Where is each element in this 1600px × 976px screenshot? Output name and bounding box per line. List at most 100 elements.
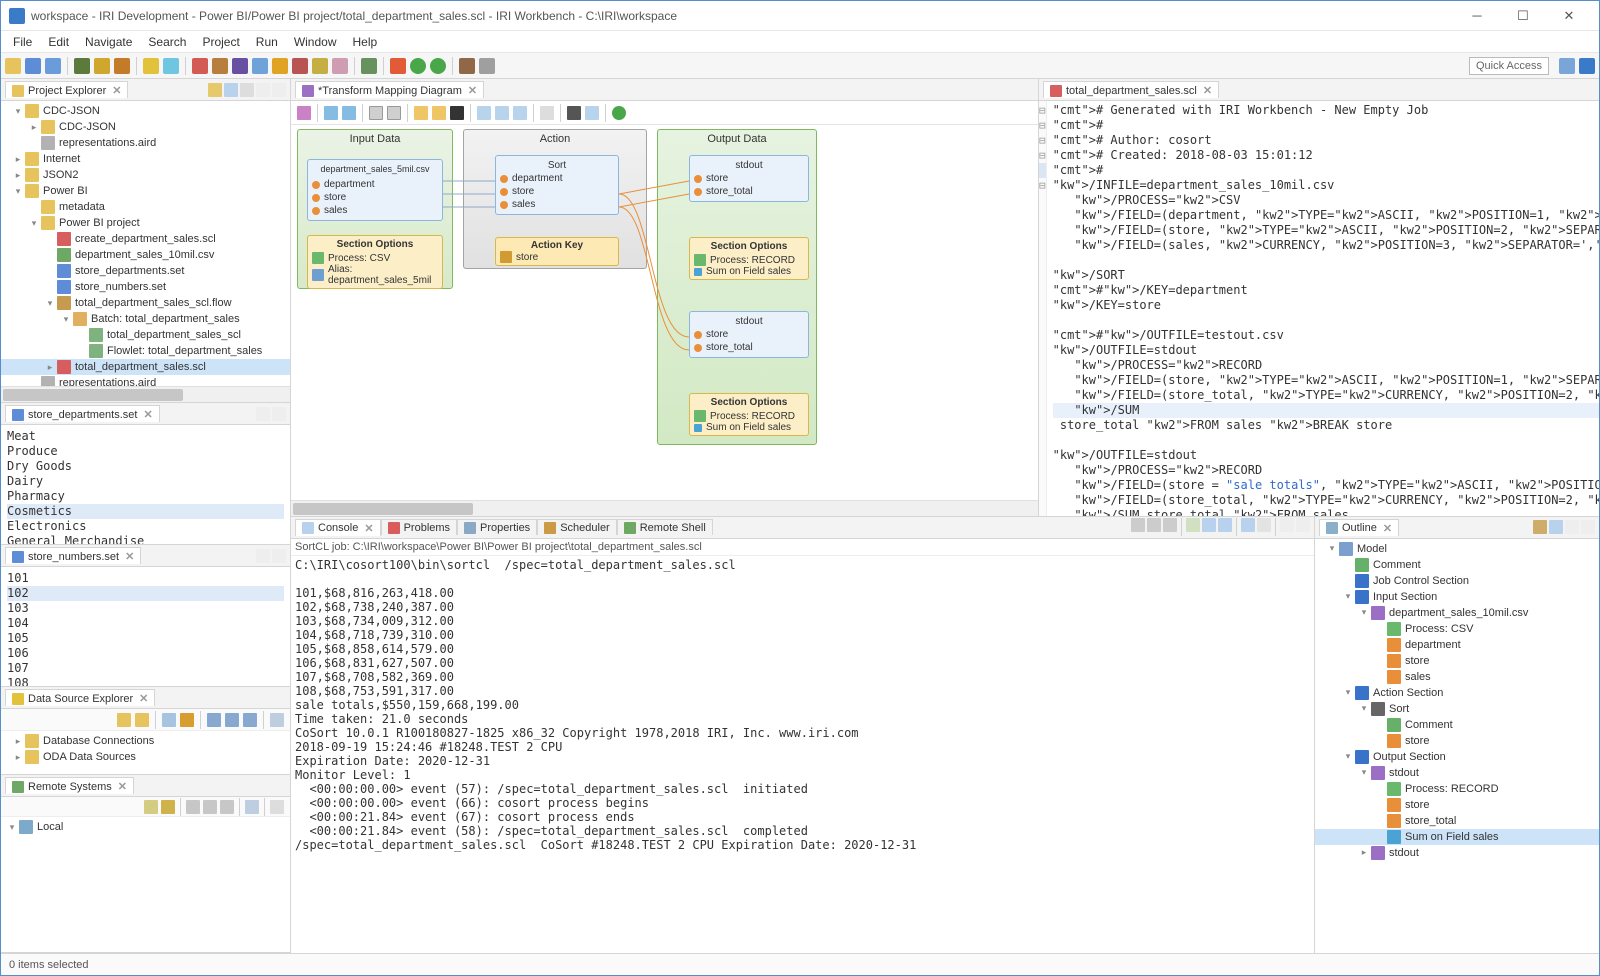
menu-navigate[interactable]: Navigate <box>77 32 140 52</box>
up-icon[interactable] <box>220 800 234 814</box>
tree-item[interactable]: total_department_sales_scl <box>1 327 290 343</box>
outline-item[interactable]: Comment <box>1315 557 1599 573</box>
tree-item[interactable]: ▾Batch: total_department_sales <box>1 311 290 327</box>
ds-icon[interactable] <box>270 713 284 727</box>
action-key-card[interactable]: Action Key store <box>495 237 619 266</box>
console-output[interactable]: C:\IRI\cosort100\bin\sortcl /spec=total_… <box>291 556 1314 954</box>
maximize-icon[interactable] <box>272 83 286 97</box>
project-explorer-tree[interactable]: ▾CDC-JSON▸CDC-JSONrepresentations.aird▸I… <box>1 101 290 386</box>
terminate-icon[interactable] <box>1131 518 1145 532</box>
db-icon[interactable] <box>143 58 159 74</box>
remove-icon[interactable] <box>1147 518 1161 532</box>
outline-item[interactable]: Process: CSV <box>1315 621 1599 637</box>
menu-project[interactable]: Project <box>194 32 247 52</box>
dg-tool-icon[interactable] <box>369 106 383 120</box>
line-icon[interactable] <box>450 106 464 120</box>
link-editor-icon[interactable] <box>224 83 238 97</box>
outline-item[interactable]: store_total <box>1315 813 1599 829</box>
fieldshield-icon[interactable] <box>252 58 268 74</box>
ripcurrent-icon[interactable] <box>232 58 248 74</box>
new-icon[interactable] <box>5 58 21 74</box>
display-icon[interactable] <box>1241 518 1255 532</box>
view-menu-icon[interactable] <box>270 800 284 814</box>
pin-console-icon[interactable] <box>1218 518 1232 532</box>
outline-item[interactable]: ▾Sort <box>1315 701 1599 717</box>
tree-item[interactable]: ▾Power BI <box>1 183 290 199</box>
run-icon[interactable] <box>410 58 426 74</box>
fwd-icon[interactable] <box>203 800 217 814</box>
filter-icon[interactable] <box>94 58 110 74</box>
tree-item[interactable]: metadata <box>1 199 290 215</box>
zoom-fit-icon[interactable] <box>513 106 527 120</box>
stdout2-card[interactable]: stdout store store_total <box>689 311 809 358</box>
close-button[interactable]: ✕ <box>1547 3 1591 29</box>
skip-icon[interactable] <box>390 58 406 74</box>
outline-icon2[interactable] <box>1549 520 1563 534</box>
menu-edit[interactable]: Edit <box>40 32 77 52</box>
scrollbar[interactable] <box>291 500 1038 516</box>
tree-item[interactable]: ▾Power BI project <box>1 215 290 231</box>
menu-file[interactable]: File <box>5 32 40 52</box>
code-editor[interactable]: ⊟⊟⊟⊟ ⊟ "cmt"># Generated with IRI Workbe… <box>1039 101 1599 516</box>
outline-item[interactable]: ▸stdout <box>1315 845 1599 861</box>
save-all-icon[interactable] <box>45 58 61 74</box>
remote-systems-tree[interactable]: ▾Local <box>1 817 290 952</box>
tree-item[interactable]: create_department_sales.scl <box>1 231 290 247</box>
outline-item[interactable]: ▾Output Section <box>1315 749 1599 765</box>
dg-tool-icon[interactable] <box>387 106 401 120</box>
export-icon[interactable] <box>567 106 581 120</box>
perspective-icon[interactable] <box>1579 58 1595 74</box>
rs-icon[interactable] <box>144 800 158 814</box>
stdout1-card[interactable]: stdout store store_total <box>689 155 809 202</box>
outline-item[interactable]: ▾Model <box>1315 541 1599 557</box>
tree-item[interactable]: ▸total_department_sales.scl <box>1 359 290 375</box>
dg-tool-icon[interactable] <box>324 106 338 120</box>
rs-icon[interactable] <box>161 800 175 814</box>
tab-problems[interactable]: Problems <box>381 519 457 535</box>
ds-icon[interactable] <box>117 713 131 727</box>
tree-item[interactable]: ▾CDC-JSON <box>1 103 290 119</box>
close-icon[interactable]: ✕ <box>139 692 148 705</box>
sort-az-icon[interactable] <box>1533 520 1547 534</box>
outline-item[interactable]: ▾Input Section <box>1315 589 1599 605</box>
maximize-button[interactable]: ☐ <box>1501 3 1545 29</box>
tree-item[interactable]: Flowlet: total_department_sales <box>1 343 290 359</box>
outline-tree[interactable]: ▾ModelCommentJob Control Section▾Input S… <box>1315 539 1599 954</box>
close-icon[interactable]: ✕ <box>125 550 134 563</box>
perspective-iri-icon[interactable] <box>1559 58 1575 74</box>
minimize-icon[interactable] <box>256 549 270 563</box>
tab-scheduler[interactable]: Scheduler <box>537 519 617 535</box>
diagram-canvas[interactable]: Input Data Action Output Data department… <box>291 125 1038 500</box>
rowgen-icon[interactable] <box>312 58 328 74</box>
outline-item[interactable]: department <box>1315 637 1599 653</box>
dg-tool-icon[interactable] <box>342 106 356 120</box>
close-icon[interactable]: ✕ <box>1383 522 1392 535</box>
maximize-icon[interactable] <box>272 549 286 563</box>
outline-item[interactable]: Comment <box>1315 717 1599 733</box>
menu-help[interactable]: Help <box>345 32 386 52</box>
tree-item[interactable]: store_numbers.set <box>1 279 290 295</box>
ds-icon[interactable] <box>135 713 149 727</box>
layers-icon[interactable] <box>74 58 90 74</box>
outline-item[interactable]: store <box>1315 733 1599 749</box>
tree-item[interactable]: department_sales_10mil.csv <box>1 247 290 263</box>
menu-run[interactable]: Run <box>248 32 286 52</box>
outline-item[interactable]: sales <box>1315 669 1599 685</box>
open-console-icon[interactable] <box>1257 518 1271 532</box>
close-icon[interactable]: ✕ <box>468 84 477 97</box>
minimize-button[interactable]: ─ <box>1455 3 1499 29</box>
close-icon[interactable]: ✕ <box>364 522 373 535</box>
dg-tool-icon[interactable] <box>297 106 311 120</box>
color-icon[interactable] <box>432 106 446 120</box>
tab-store-departments[interactable]: store_departments.set ✕ <box>5 405 160 422</box>
maximize-icon[interactable] <box>1581 520 1595 534</box>
minimize-icon[interactable] <box>1565 520 1579 534</box>
store-departments-list[interactable]: MeatProduceDry GoodsDairyPharmacyCosmeti… <box>1 425 290 544</box>
section-options-input[interactable]: Section Options Process: CSV Alias: depa… <box>307 235 443 289</box>
scroll-lock-icon[interactable] <box>1202 518 1216 532</box>
run-last-icon[interactable] <box>430 58 446 74</box>
outline-item[interactable]: ▾department_sales_10mil.csv <box>1315 605 1599 621</box>
ds-icon[interactable] <box>243 713 257 727</box>
outline-item[interactable]: Job Control Section <box>1315 573 1599 589</box>
tab-scl-editor[interactable]: total_department_sales.scl ✕ <box>1043 81 1219 98</box>
